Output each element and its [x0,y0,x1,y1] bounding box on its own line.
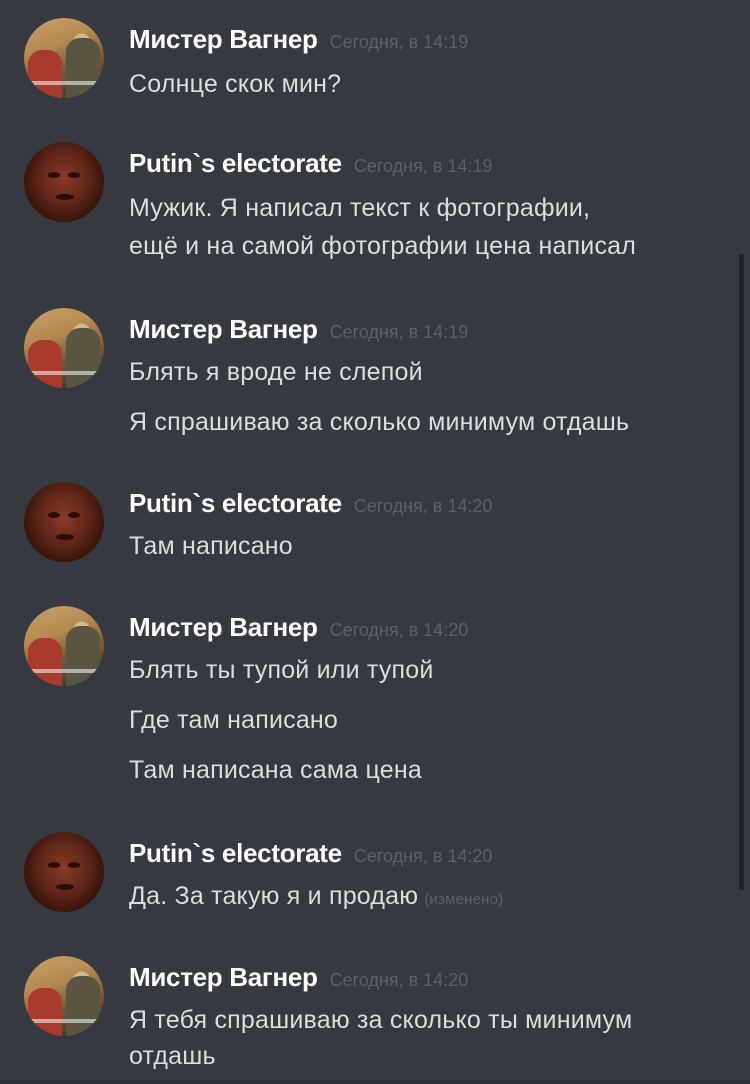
divider [0,1080,750,1084]
message-group: Putin`s electorate Сегодня, в 14:20 Там н… [0,482,735,572]
timestamp: Сегодня, в 14:19 [329,32,469,52]
avatar[interactable] [24,142,104,222]
username[interactable]: Мистер Вагнер [129,24,318,54]
username[interactable]: Мистер Вагнер [129,962,318,992]
username[interactable]: Мистер Вагнер [129,314,318,344]
message-text: Там написано [129,532,293,560]
avatar[interactable] [24,18,104,98]
message-text: Блять ты тупой или тупой [129,656,434,684]
username[interactable]: Putin`s electorate [129,838,342,868]
message-group: Мистер Вагнер Сегодня, в 14:19 Блять я вр… [0,308,735,438]
message-text: Там написана сама цена [129,756,422,784]
message-group: Putin`s electorate Сегодня, в 14:19 Мужик… [0,142,735,272]
message-header: Мистер Вагнер Сегодня, в 14:20 [129,962,468,993]
timestamp: Сегодня, в 14:20 [329,620,469,640]
timestamp: Сегодня, в 14:20 [353,496,493,516]
message-header: Putin`s electorate Сегодня, в 14:20 [129,838,492,869]
username[interactable]: Putin`s electorate [129,148,342,178]
message-text: Солнце скок мин? [129,70,342,98]
chat-messages[interactable]: Мистер Вагнер Сегодня, в 14:19 Солнце ско… [0,0,750,1084]
message-header: Мистер Вагнер Сегодня, в 14:19 [129,24,468,55]
avatar[interactable] [24,482,104,562]
message-header: Putin`s electorate Сегодня, в 14:20 [129,488,492,519]
avatar[interactable] [24,308,104,388]
message-group: Putin`s electorate Сегодня, в 14:20 Да. З… [0,832,735,922]
avatar[interactable] [24,956,104,1036]
avatar[interactable] [24,606,104,686]
message-group: Мистер Вагнер Сегодня, в 14:19 Солнце ско… [0,18,735,108]
message-group: Мистер Вагнер Сегодня, в 14:20 Я тебя спр… [0,956,735,1084]
message-text: Блять я вроде не слепой [129,358,423,386]
message-text: Я спрашиваю за сколько минимум отдашь [129,408,630,436]
message-group: Мистер Вагнер Сегодня, в 14:20 Блять ты т… [0,606,735,796]
scrollbar[interactable] [739,254,744,890]
message-text-content: Да. За такую я и продаю [129,882,419,910]
message-header: Putin`s electorate Сегодня, в 14:19 [129,148,492,179]
message-text: ещё и на самой фотографии цена написал [129,232,637,260]
timestamp: Сегодня, в 14:20 [329,970,469,990]
timestamp: Сегодня, в 14:19 [329,322,469,342]
message-text: Где там написано [129,706,339,734]
message-text: Я тебя спрашиваю за сколько ты минимум [129,1006,633,1034]
message-header: Мистер Вагнер Сегодня, в 14:20 [129,612,468,643]
timestamp: Сегодня, в 14:20 [353,846,493,866]
timestamp: Сегодня, в 14:19 [353,156,493,176]
avatar[interactable] [24,832,104,912]
message-text: отдашь [129,1042,216,1070]
username[interactable]: Мистер Вагнер [129,612,318,642]
message-header: Мистер Вагнер Сегодня, в 14:19 [129,314,468,345]
message-text: Мужик. Я написал текст к фотографии, [129,194,591,222]
username[interactable]: Putin`s electorate [129,488,342,518]
message-text: Да. За такую я и продаю (изменено) [129,882,503,911]
edited-label: (изменено) [424,891,504,908]
